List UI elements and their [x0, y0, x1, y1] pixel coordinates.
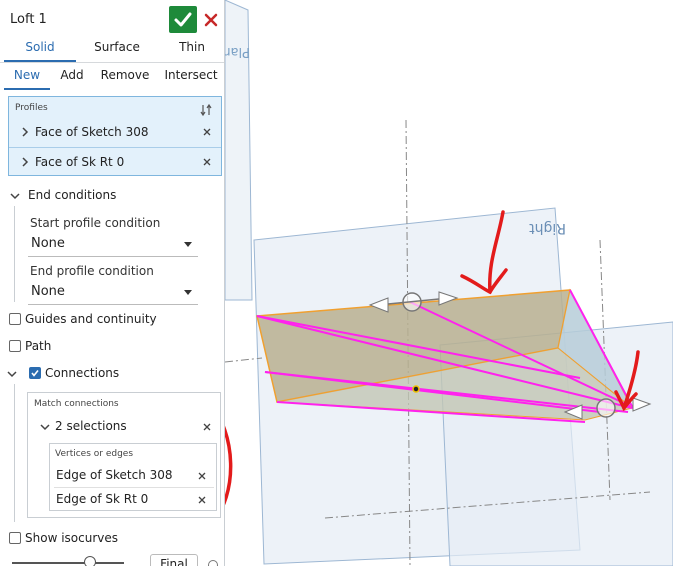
- remove-icon[interactable]: [201, 126, 213, 138]
- section-guide-line: [14, 206, 15, 302]
- guides-label: Guides and continuity: [25, 312, 157, 326]
- accept-button[interactable]: [169, 6, 197, 33]
- start-condition-value: None: [31, 236, 65, 251]
- guides-checkbox[interactable]: [9, 313, 21, 325]
- panel-header: Loft 1: [0, 6, 224, 34]
- end-condition-select[interactable]: None: [28, 282, 198, 305]
- info-icon[interactable]: [208, 560, 218, 566]
- path-checkbox[interactable]: [9, 340, 21, 352]
- checkmark-icon: [31, 370, 39, 377]
- body-type-tabs: Solid Surface Thin: [0, 36, 224, 62]
- final-button[interactable]: Final: [150, 554, 198, 566]
- tab-surface[interactable]: Surface: [80, 36, 154, 60]
- tab-intersect[interactable]: Intersect: [160, 64, 222, 88]
- slider-handle[interactable]: [84, 556, 96, 566]
- feature-title: Loft 1: [10, 12, 47, 27]
- checkmark-icon: [174, 12, 192, 27]
- loft-feature-panel: Loft 1 Solid Surface Thin New Add Remove…: [0, 0, 225, 566]
- chevron-right-icon[interactable]: [19, 156, 31, 168]
- profile-item[interactable]: Face of Sketch 308: [9, 119, 221, 147]
- vertices-or-edges-field[interactable]: Vertices or edges Edge of Sketch 308 Edg…: [49, 443, 217, 511]
- remove-icon[interactable]: [201, 156, 213, 168]
- tab-add[interactable]: Add: [54, 64, 90, 88]
- caret-down-icon: [184, 290, 192, 295]
- slider-track[interactable]: [12, 562, 124, 564]
- chevron-down-icon[interactable]: [6, 368, 18, 380]
- profile-item-label: Face of Sketch 308: [35, 125, 149, 139]
- connections-label: Connections: [45, 366, 120, 380]
- remove-icon[interactable]: [201, 421, 213, 433]
- sketch-point[interactable]: [412, 385, 420, 393]
- edge-item-label[interactable]: Edge of Sk Rt 0: [56, 492, 148, 506]
- edge-item-label[interactable]: Edge of Sketch 308: [56, 468, 173, 482]
- plane-right-label: Right: [529, 220, 566, 236]
- chevron-right-icon[interactable]: [19, 126, 31, 138]
- vertices-or-edges-label: Vertices or edges: [55, 449, 134, 459]
- divider: [54, 487, 214, 488]
- caret-down-icon: [184, 242, 192, 247]
- match-connections-label: Match connections: [34, 399, 119, 409]
- profile-item-label: Face of Sk Rt 0: [35, 155, 125, 169]
- operation-tabs: New Add Remove Intersect: [0, 64, 224, 90]
- end-conditions-header[interactable]: End conditions: [28, 188, 116, 202]
- path-label: Path: [25, 339, 52, 353]
- divider: [0, 62, 224, 63]
- start-condition-select[interactable]: None: [28, 234, 198, 257]
- profiles-field[interactable]: Profiles Face of Sketch 308 Face of Sk R…: [8, 96, 222, 176]
- selection-count[interactable]: 2 selections: [55, 419, 127, 433]
- section-guide-line: [14, 384, 15, 522]
- end-condition-value: None: [31, 284, 65, 299]
- chevron-down-icon[interactable]: [9, 190, 21, 202]
- cancel-button[interactable]: [200, 8, 222, 32]
- show-isocurves-checkbox[interactable]: [9, 532, 21, 544]
- remove-icon[interactable]: [196, 470, 208, 482]
- end-condition-label: End profile condition: [30, 264, 154, 278]
- connections-checkbox[interactable]: [29, 367, 41, 379]
- profile-item[interactable]: Face of Sk Rt 0: [9, 149, 221, 177]
- sort-icon[interactable]: [199, 103, 213, 117]
- match-connections-field: Match connections 2 selections Vertices …: [27, 392, 221, 518]
- tab-new[interactable]: New: [4, 64, 50, 90]
- close-icon: [204, 13, 218, 27]
- remove-icon[interactable]: [196, 494, 208, 506]
- tab-thin[interactable]: Thin: [160, 36, 224, 60]
- profiles-label: Profiles: [15, 103, 48, 113]
- tab-solid[interactable]: Solid: [4, 36, 76, 62]
- start-condition-label: Start profile condition: [30, 216, 161, 230]
- chevron-down-icon[interactable]: [39, 421, 51, 433]
- divider: [9, 147, 221, 148]
- tab-remove[interactable]: Remove: [96, 64, 154, 88]
- show-isocurves-label: Show isocurves: [25, 531, 118, 545]
